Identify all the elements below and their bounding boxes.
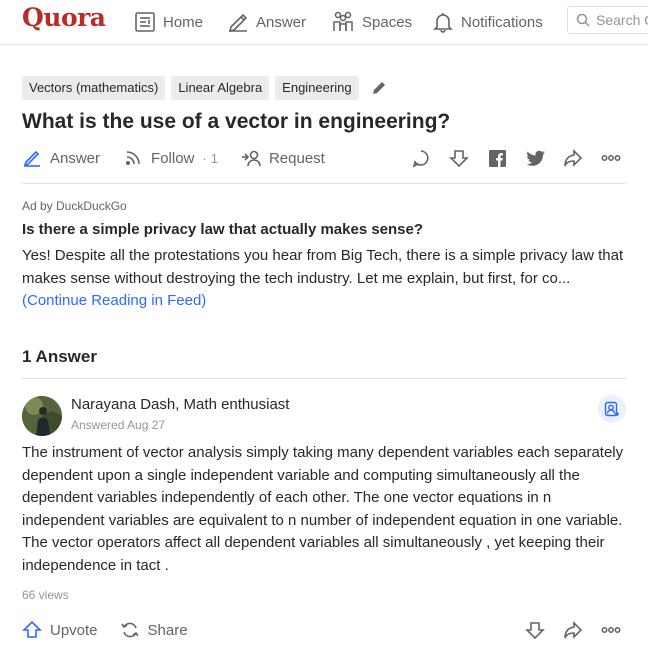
topic-tag[interactable]: Linear Algebra bbox=[171, 76, 270, 100]
top-navigation-bar: Quora Home Answer Spaces Notifications S… bbox=[0, 0, 648, 45]
follow-author-button[interactable] bbox=[598, 395, 626, 423]
answer-pencil-icon bbox=[22, 148, 42, 168]
search-input[interactable]: Search Q bbox=[567, 6, 648, 34]
topic-tags: Vectors (mathematics) Linear Algebra Eng… bbox=[22, 76, 387, 100]
continue-reading-link[interactable]: (Continue Reading in Feed) bbox=[22, 292, 206, 309]
answer-action-bar: Upvote Share bbox=[22, 618, 188, 642]
question-title[interactable]: What is the use of a vector in engineeri… bbox=[22, 110, 450, 134]
share-cycle-icon bbox=[120, 620, 140, 640]
nav-home-label: Home bbox=[163, 13, 204, 31]
follow-count-value: 1 bbox=[210, 150, 218, 166]
answer-body[interactable]: The instrument of vector analysis simply… bbox=[22, 442, 630, 577]
nav-spaces[interactable]: Spaces bbox=[331, 0, 412, 44]
spaces-icon bbox=[331, 11, 355, 33]
topic-tag[interactable]: Vectors (mathematics) bbox=[22, 76, 166, 100]
ad-title[interactable]: Is there a simple privacy law that actua… bbox=[22, 221, 423, 238]
upvote-button[interactable]: Upvote bbox=[22, 620, 98, 640]
view-count[interactable]: 66 views bbox=[22, 588, 69, 602]
share-arrow-icon[interactable] bbox=[563, 146, 583, 170]
more-options-icon[interactable] bbox=[601, 146, 621, 170]
request-button[interactable]: Request bbox=[241, 148, 325, 168]
divider bbox=[22, 183, 626, 184]
nav-notifications[interactable]: Notifications bbox=[432, 0, 543, 44]
search-placeholder: Search Q bbox=[596, 12, 648, 28]
topic-tag[interactable]: Engineering bbox=[275, 76, 359, 100]
answer-icon bbox=[227, 11, 249, 33]
divider bbox=[22, 378, 626, 379]
share-label: Share bbox=[147, 621, 188, 639]
home-icon bbox=[134, 11, 156, 33]
nav-home[interactable]: Home bbox=[134, 0, 203, 44]
share-arrow-icon[interactable] bbox=[563, 618, 583, 642]
avatar[interactable] bbox=[22, 396, 62, 436]
follow-rss-icon bbox=[123, 148, 143, 168]
answer-date[interactable]: Answered Aug 27 bbox=[71, 418, 165, 432]
follow-count-separator: · bbox=[202, 150, 207, 166]
nav-notifications-label: Notifications bbox=[461, 13, 543, 31]
bell-icon bbox=[432, 11, 454, 33]
request-person-icon bbox=[241, 148, 261, 168]
downvote-icon[interactable] bbox=[449, 146, 469, 170]
comment-icon[interactable] bbox=[411, 146, 431, 170]
share-button[interactable]: Share bbox=[120, 620, 188, 640]
nav-spaces-label: Spaces bbox=[362, 13, 413, 31]
upvote-label: Upvote bbox=[50, 621, 98, 639]
follow-button-label: Follow bbox=[151, 149, 195, 167]
answer-button[interactable]: Answer bbox=[22, 148, 100, 168]
answer-author[interactable]: Narayana Dash, Math enthusiast bbox=[71, 396, 289, 413]
answer-button-label: Answer bbox=[50, 149, 101, 167]
ad-body: Yes! Despite all the protestations you h… bbox=[22, 245, 626, 313]
answer-count-heading: 1 Answer bbox=[22, 347, 97, 366]
twitter-icon[interactable] bbox=[526, 146, 545, 170]
search-icon bbox=[576, 13, 590, 27]
ad-sponsor-label[interactable]: Ad by DuckDuckGo bbox=[22, 199, 127, 213]
request-button-label: Request bbox=[268, 149, 325, 167]
upvote-icon bbox=[22, 620, 42, 640]
downvote-icon[interactable] bbox=[525, 618, 545, 642]
more-options-icon[interactable] bbox=[601, 618, 621, 642]
follow-button[interactable]: Follow · 1 bbox=[123, 148, 218, 168]
question-action-bar: Answer Follow · 1 Request bbox=[22, 146, 325, 170]
edit-topics-pencil-icon[interactable] bbox=[371, 80, 387, 96]
facebook-icon[interactable] bbox=[489, 146, 506, 170]
nav-answer-label: Answer bbox=[256, 13, 307, 31]
add-person-icon bbox=[604, 401, 620, 417]
quora-logo[interactable]: Quora bbox=[22, 3, 106, 32]
ad-body-text: Yes! Despite all the protestations you h… bbox=[22, 247, 624, 287]
nav-answer[interactable]: Answer bbox=[227, 0, 306, 44]
follow-count: · 1 bbox=[202, 151, 218, 166]
